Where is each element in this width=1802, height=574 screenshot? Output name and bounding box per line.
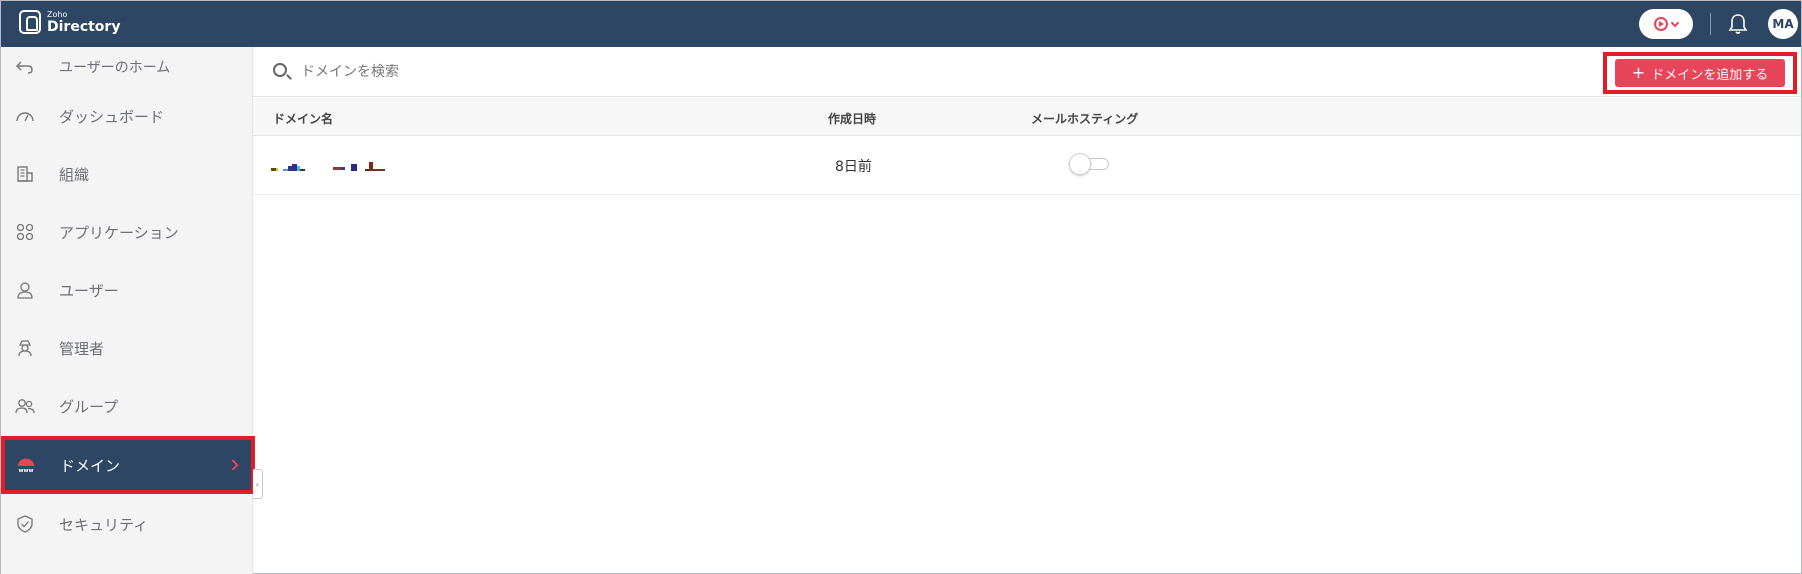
column-header-created[interactable]: 作成日時 [828,110,876,127]
user-avatar[interactable]: MA [1768,9,1798,39]
bell-icon[interactable] [1728,13,1748,35]
topbar-divider [1710,13,1711,35]
shield-icon [15,514,35,534]
search-icon [273,63,287,77]
chevron-down-icon [1670,18,1680,27]
sidebar-item-label: グループ [59,397,119,416]
sidebar-item-label: ユーザー [59,281,119,300]
sidebar-item-label: 管理者 [59,339,105,358]
sidebar-item-organization[interactable]: 組織 [1,145,253,203]
top-bar: Zoho Directory MA [1,1,1801,47]
created-date-cell: 8日前 [835,159,872,175]
sidebar-item-label: ダッシュボード [59,107,165,126]
redacted-domain-name [271,158,391,174]
zoho-directory-logo[interactable]: Zoho Directory [19,10,120,34]
add-domain-label: ドメインを追加する [1651,67,1769,83]
sidebar-item-label: セキュリティ [59,515,149,534]
record-menu-button[interactable] [1639,9,1693,39]
apps-icon [15,222,35,242]
back-arrow-icon [15,57,35,77]
plus-icon: + [1631,63,1646,82]
add-domain-highlight: + ドメインを追加する [1603,52,1797,94]
domain-search-input[interactable] [301,59,1001,85]
sidebar-item-label: ユーザーのホーム [59,60,171,76]
mail-hosting-toggle[interactable] [1069,153,1111,175]
svg-text:www: www [18,468,33,474]
www-icon: www [16,455,36,475]
sidebar-item-users[interactable]: ユーザー [1,261,253,319]
sidebar-item-groups[interactable]: グループ [1,377,253,435]
app-window: Zoho Directory MA ユーザーのホーム ダッシュボード 組織 アプ… [0,0,1802,574]
table-row[interactable]: 8日前 [253,137,1801,195]
sidebar-item-label: 組織 [59,165,90,184]
sidebar-item-admins[interactable]: 管理者 [1,319,253,377]
sidebar: ユーザーのホーム ダッシュボード 組織 アプリケーション ユーザー 管理者 グル… [1,47,255,574]
sidebar-item-user-home[interactable]: ユーザーのホーム [1,47,253,87]
record-icon [1654,17,1668,31]
group-icon [15,396,35,416]
sidebar-item-security[interactable]: セキュリティ [1,495,253,553]
brand-name-label: Directory [47,18,121,35]
sidebar-item-dashboard[interactable]: ダッシュボード [1,87,253,145]
logo-mark-icon [19,10,41,34]
search-bar: + ドメインを追加する [253,47,1801,97]
add-domain-button[interactable]: + ドメインを追加する [1615,59,1785,87]
sidebar-item-label: アプリケーション [59,223,179,242]
building-icon [15,164,35,184]
brand-small-label: Zoho [47,9,68,19]
sidebar-item-domains[interactable]: www ドメイン [1,436,255,494]
user-icon [15,280,35,300]
chevron-right-icon [227,459,239,471]
column-header-mail-hosting[interactable]: メールホスティング [1031,110,1138,127]
admin-icon [15,338,35,358]
main-content: + ドメインを追加する ドメイン名 作成日時 メールホスティング [253,47,1801,574]
sidebar-item-label: ドメイン [60,456,121,475]
dashboard-icon [15,106,35,126]
sidebar-item-applications[interactable]: アプリケーション [1,203,253,261]
column-header-domain[interactable]: ドメイン名 [273,110,333,127]
table-header: ドメイン名 作成日時 メールホスティング [253,98,1801,136]
